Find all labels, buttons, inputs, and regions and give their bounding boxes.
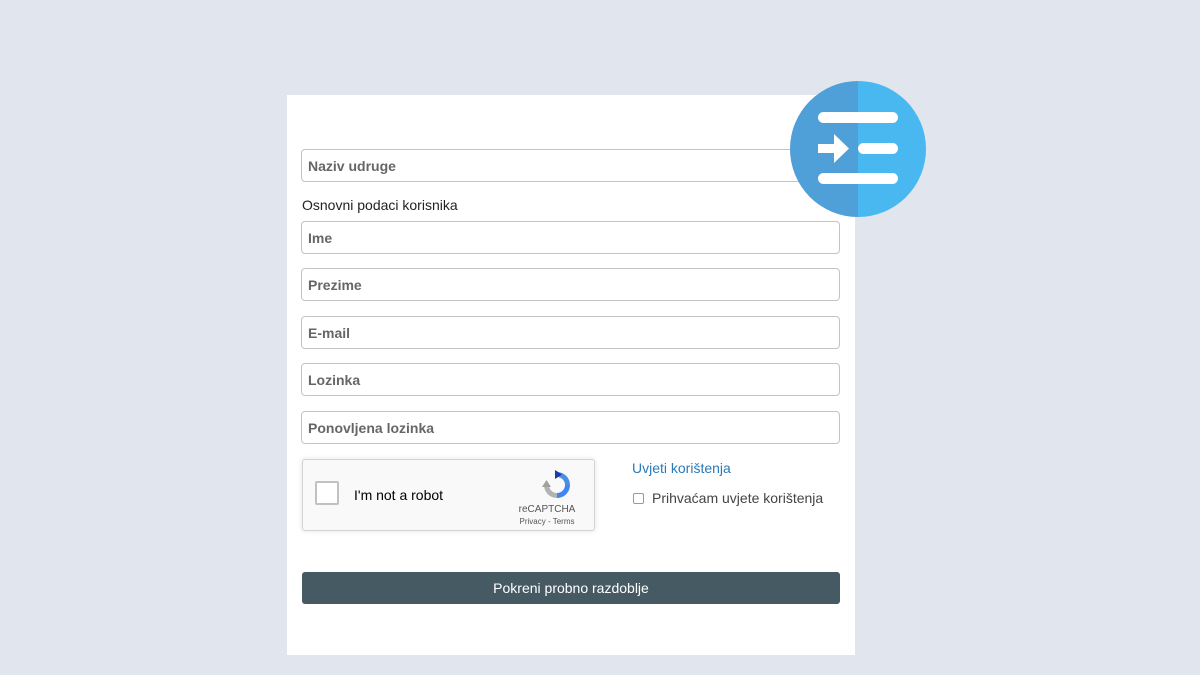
recaptcha-logo-icon: [542, 470, 570, 498]
last-name-input[interactable]: [301, 268, 840, 301]
accept-terms-checkbox[interactable]: [633, 492, 644, 504]
accept-terms-label: Prihvaćam uvjete korištenja: [652, 490, 824, 506]
app-logo: [790, 81, 926, 217]
indent-arrow-lines-icon: [790, 81, 926, 217]
recaptcha-label: I'm not a robot: [354, 487, 444, 503]
accept-terms-row: Prihvaćam uvjete korištenja: [633, 490, 823, 506]
password-repeat-input[interactable]: [301, 411, 840, 444]
recaptcha-terms-link[interactable]: Terms: [553, 517, 575, 526]
start-trial-button[interactable]: Pokreni probno razdoblje: [302, 572, 840, 604]
user-data-section-label: Osnovni podaci korisnika: [302, 197, 458, 213]
recaptcha-links: Privacy - Terms: [503, 517, 591, 526]
terms-of-use-link[interactable]: Uvjeti korištenja: [632, 460, 731, 476]
recaptcha-checkbox[interactable]: [315, 481, 339, 505]
email-input[interactable]: [301, 316, 840, 349]
password-input[interactable]: [301, 363, 840, 396]
recaptcha-links-separator: -: [545, 517, 553, 526]
recaptcha-widget: I'm not a robot reCAPTCHA Privacy - Term…: [302, 459, 595, 531]
organization-name-input[interactable]: [301, 149, 840, 182]
recaptcha-brand: reCAPTCHA: [518, 504, 576, 515]
first-name-input[interactable]: [301, 221, 840, 254]
registration-card: Osnovni podaci korisnika I'm not a robot…: [287, 81, 926, 655]
recaptcha-privacy-link[interactable]: Privacy: [520, 517, 546, 526]
